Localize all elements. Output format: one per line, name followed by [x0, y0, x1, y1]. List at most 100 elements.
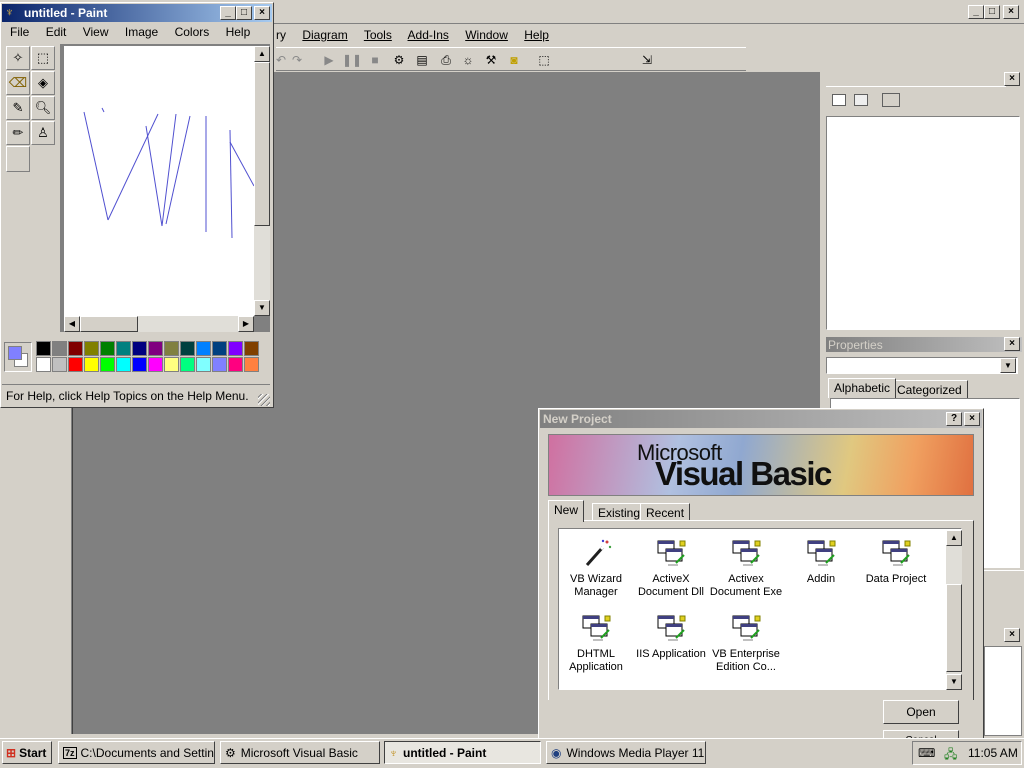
- taskbar-button-explorer[interactable]: 7z C:\Documents and Settin...: [58, 741, 215, 764]
- run-icon[interactable]: ▶: [320, 51, 338, 69]
- palette-swatch[interactable]: [100, 357, 115, 372]
- palette-swatch[interactable]: [212, 357, 227, 372]
- view-object-icon[interactable]: [854, 94, 868, 106]
- form-layout-close-button[interactable]: ×: [1004, 628, 1020, 642]
- object-browser-icon[interactable]: ☼: [459, 51, 477, 69]
- paint-scroll-down-button[interactable]: ▼: [254, 300, 270, 316]
- paint-maximize-button[interactable]: □: [236, 6, 252, 20]
- palette-swatch[interactable]: [196, 357, 211, 372]
- palette-swatch[interactable]: [68, 341, 83, 356]
- new-project-close-button[interactable]: ×: [964, 412, 980, 426]
- component-manager-icon[interactable]: ⬚: [535, 51, 553, 69]
- keyboard-icon[interactable]: ⌨: [918, 746, 935, 760]
- tab-new[interactable]: New: [548, 500, 585, 522]
- tool-options-box[interactable]: [6, 146, 30, 172]
- paint-scroll-up-button[interactable]: ▲: [254, 46, 270, 62]
- tab-existing[interactable]: Existing: [592, 503, 647, 521]
- palette-swatch[interactable]: [36, 341, 51, 356]
- palette-swatch[interactable]: [100, 341, 115, 356]
- palette-swatch[interactable]: [212, 341, 227, 356]
- palette-swatch[interactable]: [244, 341, 259, 356]
- palette-swatch[interactable]: [132, 357, 147, 372]
- data-view-icon[interactable]: ◙: [505, 51, 523, 69]
- network-icon[interactable]: 🖧: [944, 745, 957, 766]
- clock[interactable]: 11:05 AM: [968, 746, 1018, 760]
- magnifier-icon[interactable]: 🔍︎: [31, 96, 55, 120]
- properties-tab-categorized[interactable]: Categorized: [891, 380, 968, 398]
- paint-menu-colors[interactable]: Colors: [175, 25, 210, 39]
- palette-swatch[interactable]: [116, 341, 131, 356]
- palette-swatch[interactable]: [68, 357, 83, 372]
- project-tree[interactable]: [826, 116, 1020, 330]
- palette-swatch[interactable]: [36, 357, 51, 372]
- taskbar-button-wmp[interactable]: ◉ Windows Media Player 11: [546, 741, 706, 764]
- palette-swatch[interactable]: [84, 341, 99, 356]
- palette-swatch[interactable]: [148, 357, 163, 372]
- paint-menu-file[interactable]: File: [10, 25, 29, 39]
- palette-swatch[interactable]: [164, 341, 179, 356]
- toolbox-icon[interactable]: ⚒: [482, 51, 500, 69]
- brush-icon[interactable]: ♙: [31, 121, 55, 145]
- properties-window-icon[interactable]: ▤: [413, 51, 431, 69]
- paint-minimize-button[interactable]: _: [220, 6, 236, 20]
- project-type-item[interactable]: DHTML Application: [558, 612, 634, 674]
- paint-scroll-right-button[interactable]: ▶: [238, 316, 254, 332]
- taskbar-button-paint[interactable]: ♆ untitled - Paint: [384, 741, 541, 764]
- project-explorer-close-button[interactable]: ×: [1004, 72, 1020, 86]
- paint-scroll-left-button[interactable]: ◀: [64, 316, 80, 332]
- free-form-select-icon[interactable]: ✧: [6, 46, 30, 70]
- new-project-help-button[interactable]: ?: [946, 412, 962, 426]
- palette-swatch[interactable]: [228, 341, 243, 356]
- project-list-thumb[interactable]: [946, 584, 962, 672]
- pencil-icon[interactable]: ✏︎: [6, 121, 30, 145]
- vb-menu-query[interactable]: ry: [276, 28, 286, 42]
- palette-swatch[interactable]: [164, 357, 179, 372]
- vb-minimize-button[interactable]: _: [968, 5, 984, 19]
- taskbar-button-vb[interactable]: ⚙ Microsoft Visual Basic: [220, 741, 380, 764]
- palette-swatch[interactable]: [116, 357, 131, 372]
- vb-menu-tools[interactable]: Tools: [364, 28, 392, 42]
- redo-icon[interactable]: ↷: [288, 51, 306, 69]
- paint-hscroll-thumb[interactable]: [80, 316, 138, 332]
- stop-icon[interactable]: ■: [366, 51, 384, 69]
- vb-menu-diagram[interactable]: Diagram: [302, 28, 347, 42]
- tab-recent[interactable]: Recent: [640, 503, 691, 521]
- project-list-scroll-up[interactable]: ▲: [946, 530, 962, 546]
- open-button[interactable]: Open: [883, 700, 959, 724]
- paint-menu-help[interactable]: Help: [226, 25, 251, 39]
- palette-swatch[interactable]: [196, 341, 211, 356]
- vb-close-button[interactable]: ×: [1003, 5, 1019, 19]
- palette-swatch[interactable]: [180, 357, 195, 372]
- properties-dropdown-arrow[interactable]: ▼: [1000, 358, 1016, 373]
- project-type-item[interactable]: Activex Document Exe: [708, 537, 784, 599]
- eraser-icon[interactable]: ⌫: [6, 71, 30, 95]
- vb-menu-window[interactable]: Window: [465, 28, 508, 42]
- project-type-item[interactable]: IIS Application: [633, 612, 709, 661]
- form-layout-icon[interactable]: ⎙: [437, 51, 455, 69]
- palette-swatch[interactable]: [148, 341, 163, 356]
- paint-menu-view[interactable]: View: [83, 25, 109, 39]
- view-code-icon[interactable]: [832, 94, 846, 106]
- project-type-item[interactable]: ActiveX Document Dll: [633, 537, 709, 599]
- paint-menu-edit[interactable]: Edit: [46, 25, 67, 39]
- project-type-item[interactable]: VB Enterprise Edition Co...: [708, 612, 784, 674]
- rect-select-icon[interactable]: ⬚: [31, 46, 55, 70]
- fill-bucket-icon[interactable]: ◈: [31, 71, 55, 95]
- paint-resize-grip[interactable]: [258, 394, 270, 406]
- paint-close-button[interactable]: ×: [254, 6, 270, 20]
- vb-menu-help[interactable]: Help: [524, 28, 549, 42]
- project-type-item[interactable]: VB Wizard Manager: [558, 537, 634, 599]
- paint-vscroll-thumb[interactable]: [254, 62, 270, 226]
- properties-tab-alphabetic[interactable]: Alphabetic: [828, 378, 897, 398]
- palette-swatch[interactable]: [228, 357, 243, 372]
- paint-menu-image[interactable]: Image: [125, 25, 158, 39]
- project-explorer-icon[interactable]: ⚙: [390, 51, 408, 69]
- palette-swatch[interactable]: [132, 341, 147, 356]
- palette-swatch[interactable]: [244, 357, 259, 372]
- paint-canvas[interactable]: [64, 46, 255, 316]
- properties-object-dropdown[interactable]: [826, 357, 1018, 374]
- color-picker-icon[interactable]: ✎: [6, 96, 30, 120]
- palette-swatch[interactable]: [52, 357, 67, 372]
- properties-close-button[interactable]: ×: [1004, 337, 1020, 351]
- project-type-item[interactable]: Addin: [783, 537, 859, 586]
